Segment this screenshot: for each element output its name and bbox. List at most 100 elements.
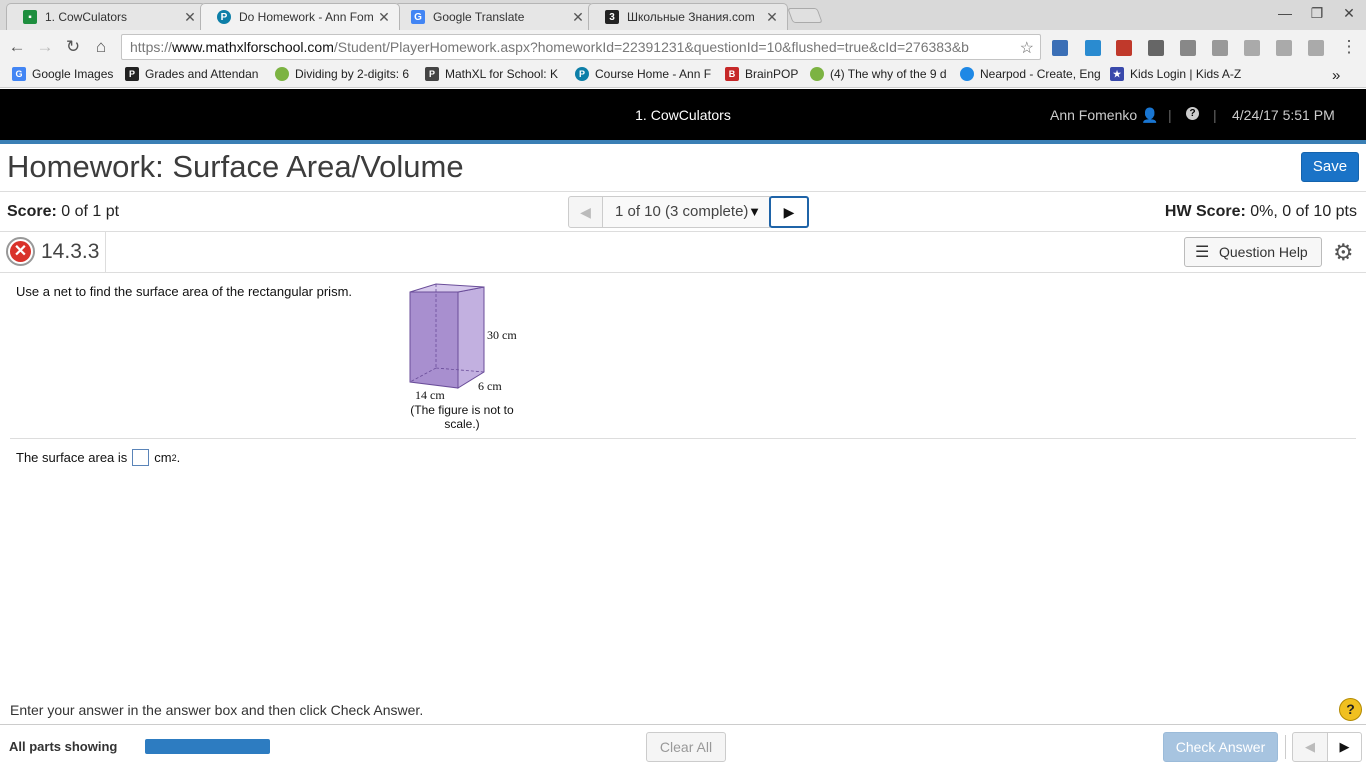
extension-icon[interactable] [1116, 40, 1132, 56]
help-icon[interactable]: ? [1339, 698, 1362, 721]
question-instruction: Use a net to find the surface area of th… [16, 284, 353, 299]
header-separator: | [1213, 107, 1217, 123]
forward-icon[interactable]: → [34, 36, 56, 58]
bookmark-mathxl[interactable]: P MathXL for School: K [425, 67, 558, 81]
mathxl-icon: P [425, 67, 439, 81]
progress-fill [145, 739, 270, 754]
score: Score: 0 of 1 pt [7, 203, 120, 220]
bookmark-brainpop[interactable]: B BrainPOP [725, 67, 798, 81]
leaf-icon [275, 67, 289, 81]
znania-icon: 3 [605, 10, 619, 24]
new-tab-button[interactable] [787, 8, 823, 23]
answer-input[interactable] [132, 449, 150, 466]
extension-icon[interactable] [1276, 40, 1292, 56]
cast-icon[interactable] [1180, 40, 1196, 56]
question-number: 14.3.3 [41, 240, 100, 263]
bookmark-grades[interactable]: P Grades and Attendan [125, 67, 258, 81]
next-button[interactable]: ▶ [1327, 732, 1362, 762]
previous-question-button[interactable]: ◀ [568, 196, 603, 228]
tab-title: 1. CowCulators [45, 10, 128, 24]
tab-google-translate[interactable]: G Google Translate ✕ [394, 3, 594, 30]
close-icon[interactable]: ✕ [377, 9, 391, 26]
depth-label: 6 cm [478, 379, 502, 393]
extension-icon[interactable] [1212, 40, 1228, 56]
browser-toolbar: ← → ↻ ⌂ https://www.mathxlforschool.com /… [0, 30, 1366, 63]
tab-do-homework[interactable]: P Do Homework - Ann Fom ✕ [200, 3, 400, 30]
close-icon[interactable]: ✕ [183, 9, 197, 26]
check-answer-button[interactable]: Check Answer [1163, 732, 1278, 762]
question-selector-label: 1 of 10 (3 complete) [615, 203, 749, 220]
home-icon[interactable]: ⌂ [90, 36, 112, 58]
translate-icon: G [411, 10, 425, 24]
url-scheme: https:// [130, 39, 173, 55]
width-label: 14 cm [415, 388, 445, 402]
close-icon[interactable]: ✕ [765, 9, 779, 26]
restore-icon[interactable]: ❐ [1302, 5, 1332, 22]
answer-suffix: . [176, 450, 181, 465]
save-button[interactable]: Save [1301, 152, 1359, 182]
bookmark-nearpod[interactable]: Nearpod - Create, Eng [960, 67, 1100, 81]
minimize-icon[interactable]: — [1270, 5, 1300, 21]
list-icon: ☰ [1195, 244, 1210, 261]
extension-icon[interactable] [1148, 40, 1164, 56]
header-separator: | [1168, 107, 1172, 123]
help-icon[interactable]: ? [1186, 107, 1199, 120]
parts-showing-label: All parts showing [9, 739, 118, 754]
question-help-button[interactable]: ☰ Question Help [1184, 237, 1322, 267]
tab-znania[interactable]: 3 Школьные Знания.com ✕ [588, 3, 788, 30]
extension-icon[interactable] [1308, 40, 1324, 56]
grades-icon: P [125, 67, 139, 81]
divider [0, 191, 1366, 192]
google-icon: G [12, 67, 26, 81]
bookmarks-bar: G Google Images P Grades and Attendan Divi… [0, 63, 1366, 88]
reload-icon[interactable]: ↻ [62, 36, 84, 58]
back-icon[interactable]: ← [6, 36, 28, 58]
footer-instruction: Enter your answer in the answer box and … [10, 702, 424, 718]
page-title: Homework: Surface Area/Volume [7, 149, 464, 184]
divider [10, 438, 1356, 439]
tab-title: Школьные Знания.com [627, 10, 755, 24]
question-selector[interactable]: 1 of 10 (3 complete) ▼ [602, 196, 770, 228]
app-header: 1. CowCulators Ann Fomenko 👤 | ? | 4/24/… [0, 89, 1366, 140]
answer-unit: cm [154, 450, 172, 465]
leaf-icon [810, 67, 824, 81]
brainpop-icon: B [725, 67, 739, 81]
extension-icon[interactable] [1244, 40, 1260, 56]
classroom-icon: ▪ [23, 10, 37, 24]
next-question-button[interactable]: ▶ [769, 196, 809, 228]
extension-icon[interactable] [1052, 40, 1068, 56]
divider [0, 231, 1366, 232]
window-close-icon[interactable]: ✕ [1334, 5, 1364, 22]
kidsaz-icon: ★ [1110, 67, 1124, 81]
tab-title: Do Homework - Ann Fom [239, 10, 374, 24]
date-time: 4/24/17 5:51 PM [1232, 107, 1335, 123]
bookmark-why-of-9[interactable]: (4) The why of the 9 d [810, 67, 947, 81]
bookmark-star-icon[interactable]: ☆ [1019, 38, 1034, 58]
user-menu[interactable]: Ann Fomenko 👤 [1050, 107, 1159, 124]
gear-icon[interactable]: ⚙ [1333, 239, 1354, 266]
tab-cowculators[interactable]: ▪ 1. CowCulators ✕ [6, 3, 206, 30]
close-icon[interactable]: ✕ [571, 9, 585, 26]
bookmark-kids-az[interactable]: ★ Kids Login | Kids A-Z [1110, 67, 1241, 81]
bookmark-google-images[interactable]: G Google Images [12, 67, 113, 81]
more-bookmarks-icon[interactable]: » [1332, 67, 1340, 84]
extension-icon[interactable] [1085, 40, 1101, 56]
pearson-icon: P [575, 67, 589, 81]
progress-bar [145, 739, 270, 754]
pearson-icon: P [217, 10, 231, 24]
question-help-label: Question Help [1219, 244, 1308, 260]
previous-button[interactable]: ◀ [1292, 732, 1328, 762]
url-path: /Student/PlayerHomework.aspx?homeworkId=… [333, 39, 969, 55]
clear-all-button[interactable]: Clear All [646, 732, 726, 762]
address-bar[interactable]: https://www.mathxlforschool.com/Student/… [121, 34, 1041, 60]
score-value: 0 of 1 pt [61, 203, 120, 220]
divider [0, 272, 1366, 273]
figure-caption: (The figure is not to scale.) [410, 403, 514, 431]
course-title[interactable]: 1. CowCulators [0, 107, 1366, 123]
height-label: 30 cm [487, 328, 517, 342]
bookmark-dividing[interactable]: Dividing by 2-digits: 6 [275, 67, 409, 81]
menu-icon[interactable]: ⋮ [1338, 36, 1360, 58]
user-icon: 👤 [1141, 107, 1159, 123]
bookmark-course-home[interactable]: P Course Home - Ann F [575, 67, 711, 81]
answer-line: The surface area is cm 2. [16, 449, 180, 466]
